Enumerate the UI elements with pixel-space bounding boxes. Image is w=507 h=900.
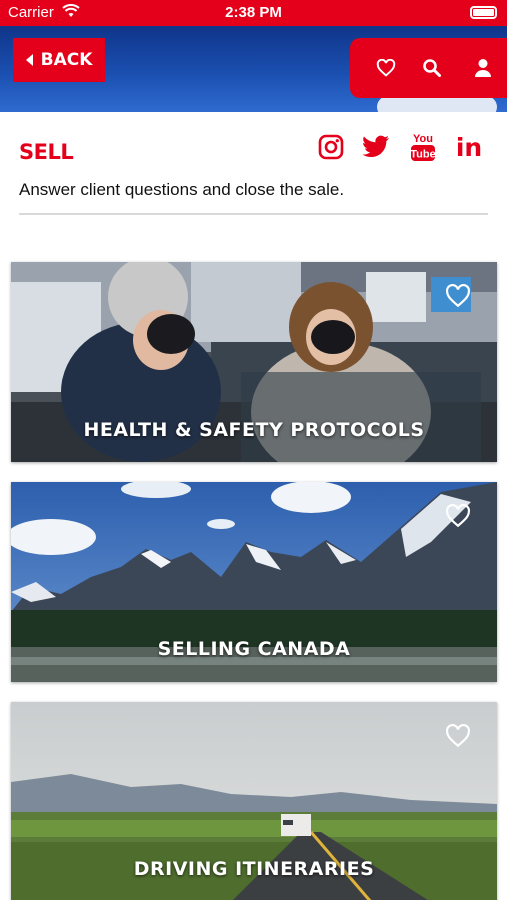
youtube-text-bottom: Tube — [410, 149, 435, 161]
user-icon[interactable] — [471, 56, 495, 80]
card-label: HEALTH & SAFETY PROTOCOLS — [83, 419, 425, 441]
search-icon[interactable] — [420, 56, 444, 80]
battery-icon — [470, 6, 497, 19]
back-button-label: BACK — [40, 50, 93, 70]
header-toolbar — [350, 38, 507, 98]
twitter-icon[interactable] — [362, 132, 390, 162]
linkedin-icon[interactable]: in — [454, 132, 484, 162]
section-divider — [19, 213, 488, 215]
instagram-icon[interactable] — [317, 132, 345, 162]
status-time: 2:38 PM — [225, 4, 282, 21]
card-health-safety[interactable]: HEALTH & SAFETY PROTOCOLS — [11, 262, 497, 462]
page-title: SELL — [19, 140, 74, 164]
card-label: SELLING CANADA — [157, 638, 351, 660]
card-label: DRIVING ITINERARIES — [133, 858, 375, 880]
back-arrow-icon — [25, 54, 33, 66]
card-driving-itineraries[interactable]: DRIVING ITINERARIES — [11, 702, 497, 900]
back-button[interactable]: BACK — [13, 38, 105, 82]
favorite-heart-icon[interactable] — [445, 283, 473, 310]
youtube-text-top: You — [413, 133, 433, 145]
youtube-icon[interactable]: You Tube — [409, 132, 437, 162]
status-bar: Carrier 2:38 PM — [0, 0, 507, 26]
card-selling-canada[interactable]: SELLING CANADA — [11, 482, 497, 682]
favorite-heart-icon[interactable] — [445, 723, 473, 750]
header-banner: BACK — [0, 26, 507, 112]
favorite-heart-icon[interactable] — [445, 503, 473, 530]
header-cloud — [377, 96, 497, 112]
section-subtitle: Answer client questions and close the sa… — [19, 180, 345, 199]
heart-icon[interactable] — [374, 56, 398, 80]
